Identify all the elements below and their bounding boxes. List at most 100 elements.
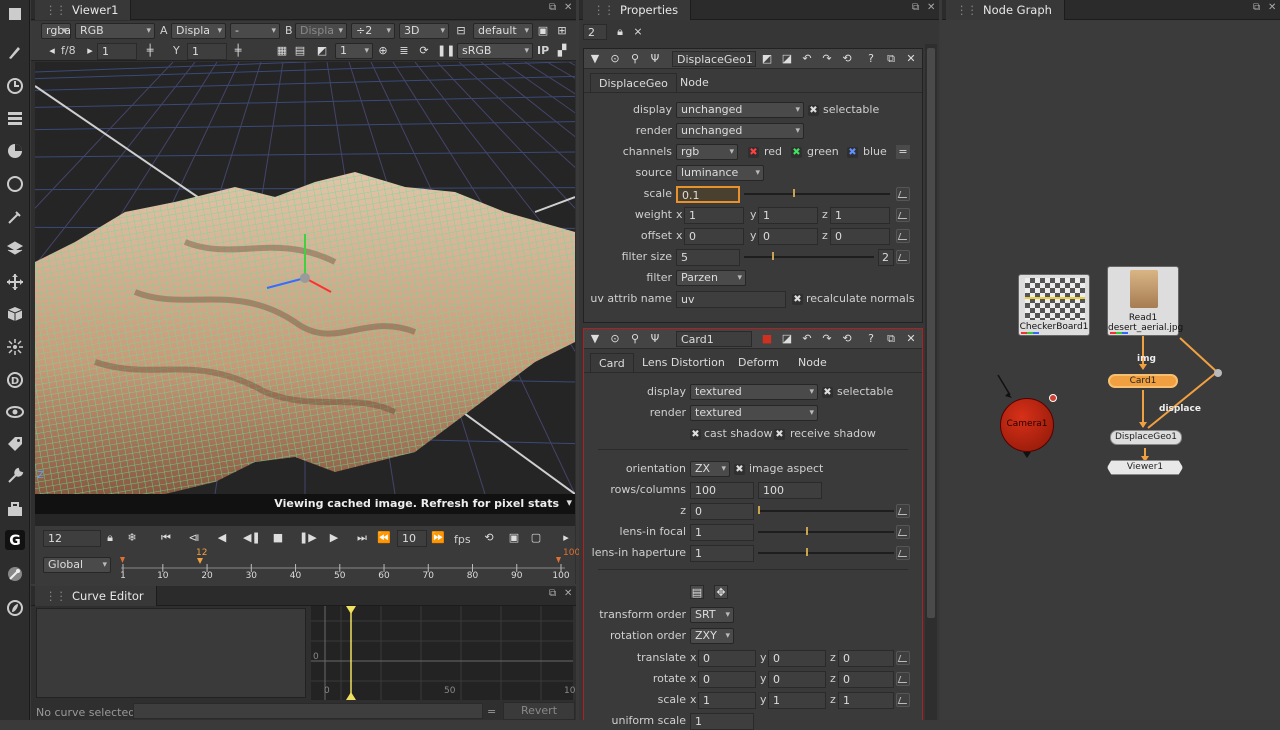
- red-checkbox[interactable]: ✖: [748, 147, 759, 158]
- timeline-more-icon[interactable]: ▸: [559, 531, 573, 545]
- card-collapse-icon[interactable]: ▼: [588, 332, 602, 346]
- translate-x-field[interactable]: 0: [698, 650, 756, 667]
- gamma-slider-icon[interactable]: ╪: [231, 44, 245, 58]
- tab-node[interactable]: Node: [672, 73, 717, 92]
- proxy-icon[interactable]: ◩: [315, 44, 329, 58]
- translate-y-field[interactable]: 0: [768, 650, 826, 667]
- tile-color-icon[interactable]: ◪: [780, 52, 794, 66]
- node-graph-float-icon[interactable]: ⧉: [1253, 2, 1260, 13]
- particles-icon[interactable]: [5, 337, 25, 357]
- card-name-field[interactable]: Card1: [676, 331, 752, 347]
- curve-close-icon[interactable]: ✕: [564, 588, 572, 599]
- skip-forward-icon[interactable]: ⏩: [431, 531, 445, 545]
- filter-size-slider[interactable]: [744, 250, 874, 264]
- redo-icon[interactable]: ↷: [820, 52, 834, 66]
- card-render-dropdown[interactable]: textured: [690, 405, 818, 421]
- flipbook-icon[interactable]: ▢: [529, 531, 543, 545]
- scale-z-field[interactable]: 1: [838, 692, 894, 709]
- card-input-node-icon[interactable]: ⚲: [628, 332, 642, 346]
- prev-keyframe-icon[interactable]: ⧏: [187, 531, 201, 545]
- tab-displacegeo[interactable]: DisplaceGeo: [590, 73, 677, 92]
- lock-camera-icon[interactable]: ⊟: [454, 24, 468, 38]
- play-forward-icon[interactable]: ❚▶: [299, 531, 317, 545]
- uniform-scale-field[interactable]: 1: [690, 713, 754, 730]
- recalculate-normals-checkbox[interactable]: ✖: [792, 294, 803, 305]
- fstop-next-icon[interactable]: ▸: [83, 44, 97, 58]
- pause-icon[interactable]: ❚❚: [437, 44, 455, 58]
- scale-animation-icon[interactable]: [896, 187, 910, 201]
- input-process-toggle[interactable]: IP: [537, 44, 549, 57]
- deep-icon[interactable]: D: [5, 370, 25, 390]
- weight-animation-icon[interactable]: [896, 208, 910, 222]
- 3d-viewport[interactable]: Z: [35, 62, 575, 494]
- cast-shadow-checkbox[interactable]: ✖: [690, 429, 701, 440]
- scale-x-field[interactable]: 1: [698, 692, 756, 709]
- gamma-field[interactable]: 1: [187, 43, 227, 60]
- transform-order-dropdown[interactable]: SRT: [690, 607, 734, 623]
- tab-properties[interactable]: ⋮⋮ Properties: [583, 0, 692, 20]
- filter-icon[interactable]: [5, 207, 25, 227]
- card-color-swatch-icon[interactable]: ■: [760, 332, 774, 346]
- filter-dropdown[interactable]: Parzen: [676, 270, 746, 286]
- status-menu-icon[interactable]: ▾: [566, 496, 572, 509]
- uv-attrib-field[interactable]: uv: [676, 291, 786, 308]
- offset-y-field[interactable]: 0: [758, 228, 818, 245]
- node-graph-canvas[interactable]: [942, 20, 1280, 720]
- rotate-z-field[interactable]: 0: [838, 671, 894, 688]
- tab-lens-distortion[interactable]: Lens Distortion: [634, 353, 733, 372]
- rotate-animation-icon[interactable]: [896, 672, 910, 686]
- scale-field-displace[interactable]: 0.1: [676, 186, 740, 203]
- tab-card[interactable]: Card: [590, 353, 634, 372]
- a-input-dropdown[interactable]: Displa: [171, 23, 226, 39]
- other-icon[interactable]: [5, 598, 25, 618]
- views-icon[interactable]: [5, 402, 25, 422]
- toolsets-icon[interactable]: [5, 499, 25, 519]
- scrub-bar[interactable]: [35, 514, 575, 526]
- zebra-icon[interactable]: ▤: [293, 44, 307, 58]
- filter-size-max[interactable]: 2: [878, 249, 894, 266]
- filter-size-field[interactable]: 5: [676, 249, 740, 266]
- curve-graph[interactable]: [311, 606, 573, 700]
- close-icon[interactable]: ✕: [564, 2, 572, 13]
- revert-icon[interactable]: ⟲: [840, 52, 854, 66]
- revert-button[interactable]: Revert: [503, 702, 575, 720]
- layer-dropdown[interactable]: RGB: [75, 23, 155, 39]
- viewer-node[interactable]: Viewer1: [1107, 460, 1183, 475]
- 3d-cube-icon[interactable]: [5, 304, 25, 324]
- displacegeo-node[interactable]: DisplaceGeo1: [1110, 430, 1182, 445]
- orientation-dropdown[interactable]: ZX: [690, 461, 730, 477]
- viewer-settings-icon[interactable]: ▞: [555, 44, 569, 58]
- viewer-toolbar-handle[interactable]: [5, 4, 25, 24]
- max-panels-field[interactable]: 2: [583, 24, 607, 40]
- range-mode-dropdown[interactable]: Global: [43, 557, 111, 573]
- nuke-logo-icon[interactable]: G: [5, 530, 25, 550]
- card-revert-icon[interactable]: ⟲: [840, 332, 854, 346]
- color-icon[interactable]: [5, 141, 25, 161]
- loop-icon[interactable]: ⟲: [482, 531, 496, 545]
- rotation-order-dropdown[interactable]: ZXY: [690, 628, 734, 644]
- skip-back-icon[interactable]: ⏪: [377, 531, 391, 545]
- prev-frame-icon[interactable]: ◀: [215, 531, 229, 545]
- node-name-field[interactable]: DisplaceGeo1: [672, 51, 756, 67]
- lines-icon[interactable]: ≣: [397, 44, 411, 58]
- offset-z-field[interactable]: 0: [830, 228, 890, 245]
- checkerboard-node[interactable]: CheckerBoard1: [1018, 274, 1090, 336]
- in-out-icon[interactable]: ▣: [507, 531, 521, 545]
- translate-z-field[interactable]: 0: [838, 650, 894, 667]
- channels-dropdown-displace[interactable]: rgb: [676, 144, 738, 160]
- clear-panels-icon[interactable]: ⨯: [631, 25, 645, 39]
- image-aspect-checkbox[interactable]: ✖: [734, 464, 745, 475]
- weight-z-field[interactable]: 1: [830, 207, 890, 224]
- weight-x-field[interactable]: 1: [684, 207, 744, 224]
- frame-field[interactable]: 1: [335, 43, 373, 59]
- card-node-help-icon[interactable]: ?: [864, 332, 878, 346]
- card-center-node-icon[interactable]: ⊙: [608, 332, 622, 346]
- clip-warning-icon[interactable]: ▦: [275, 44, 289, 58]
- columns-field[interactable]: 100: [758, 482, 822, 499]
- collapse-icon[interactable]: ▼: [588, 52, 602, 66]
- center-node-icon[interactable]: ⊙: [608, 52, 622, 66]
- channel-equals-icon[interactable]: =: [896, 145, 910, 159]
- render-dropdown[interactable]: unchanged: [676, 123, 804, 139]
- gain-field[interactable]: 1: [97, 43, 137, 60]
- scale-slider-displace[interactable]: [744, 187, 890, 201]
